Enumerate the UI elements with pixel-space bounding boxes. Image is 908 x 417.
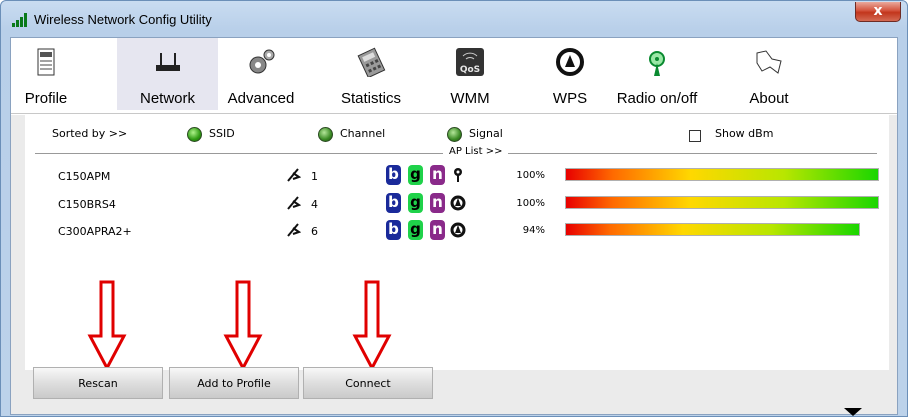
qos-icon: QoS [456,48,484,76]
mode-b-badge: b [386,165,401,185]
wps-icon [556,48,584,76]
app-icon [12,13,27,27]
mode-b-badge: b [386,193,401,213]
tab-label: Radio on/off [616,90,698,107]
profile-icon [37,48,55,76]
ap-ssid: C300APRA2+ [58,225,132,238]
antenna-icon [649,51,665,76]
tab-label: WPS [552,90,588,107]
key-icon [454,168,462,182]
sort-signal-label: Signal [469,127,503,140]
mode-n-badge: n [430,193,445,213]
tab-label: Network [139,90,195,107]
router-icon [155,53,180,71]
ap-ssid: C150BRS4 [58,198,116,211]
ap-channel: 6 [311,225,318,238]
client-area: Profile Network Advanced Statistics QoS … [10,37,898,416]
ap-row[interactable]: C150BRS4 4 b g n 100% [25,192,889,218]
tab-advanced[interactable]: Advanced [218,38,304,110]
expand-arrow-icon[interactable] [844,408,862,416]
tab-label: Statistics [340,90,401,107]
sort-ssid-label: SSID [209,127,235,140]
signal-percent: 100% [516,198,545,209]
add-to-profile-button[interactable]: Add to Profile [169,367,299,399]
signal-strength-bar [565,223,860,236]
tab-wmm[interactable]: QoS WMM [437,38,503,110]
close-button[interactable]: x [855,2,901,22]
ap-row[interactable]: C300APRA2+ 6 b g n 94% [25,219,889,245]
tab-label: WMM [450,90,490,107]
calculator-icon [357,47,386,77]
signal-strength-bar [565,196,879,209]
mode-g-badge: g [408,193,423,213]
tab-wps[interactable]: WPS [547,38,593,110]
svg-text:QoS: QoS [460,65,480,75]
tab-statistics[interactable]: Statistics [328,38,414,110]
ap-channel: 4 [311,198,318,211]
infrastructure-icon [287,168,301,182]
infrastructure-icon [287,196,301,210]
ap-list-title: AP List >> [443,146,509,157]
toolbar: Profile Network Advanced Statistics QoS … [11,38,897,114]
sort-channel-label: Channel [340,127,386,140]
signal-percent: 94% [522,225,545,236]
show-dbm-label: Show dBm [715,127,774,140]
ap-list-area: Sorted by >> SSID Channel Signal Show dB… [25,115,889,370]
down-arrow-annotation-icon [352,280,392,370]
down-arrow-annotation-icon [87,280,127,370]
tab-radio-on-off[interactable]: Radio on/off [609,38,705,110]
window-title: Wireless Network Config Utility [34,12,212,27]
tab-label: Profile [24,90,68,107]
mode-g-badge: g [408,165,423,185]
rescan-button[interactable]: Rescan [33,367,163,399]
infrastructure-icon [287,223,301,237]
mode-g-badge: g [408,220,423,240]
ap-channel: 1 [311,170,318,183]
sort-label: Sorted by >> [52,127,128,140]
signal-strength-bar [565,168,879,181]
connect-button[interactable]: Connect [303,367,433,399]
gears-icon [249,49,275,74]
wps-icon [450,222,466,238]
tab-label: About [749,90,789,107]
tab-network[interactable]: Network [117,38,218,110]
tab-about[interactable]: About [739,38,799,110]
wps-icon [450,195,466,211]
title-bar: Wireless Network Config Utility x [1,1,907,37]
ap-row[interactable]: C150APM 1 b g n 100% [25,164,889,190]
mode-b-badge: b [386,220,401,240]
signal-percent: 100% [516,170,545,181]
mode-n-badge: n [430,165,445,185]
app-window: Wireless Network Config Utility x Profil… [0,0,908,417]
ap-ssid: C150APM [58,170,111,183]
sort-ssid-radio[interactable] [187,127,202,142]
about-icon [756,50,782,74]
show-dbm-checkbox[interactable] [689,130,701,142]
down-arrow-annotation-icon [223,280,263,370]
sort-signal-radio[interactable] [447,127,462,142]
mode-n-badge: n [430,220,445,240]
tab-label: Advanced [227,90,295,107]
tab-profile[interactable]: Profile [11,38,81,110]
sort-channel-radio[interactable] [318,127,333,142]
network-panel: Sorted by >> SSID Channel Signal Show dB… [11,115,897,416]
